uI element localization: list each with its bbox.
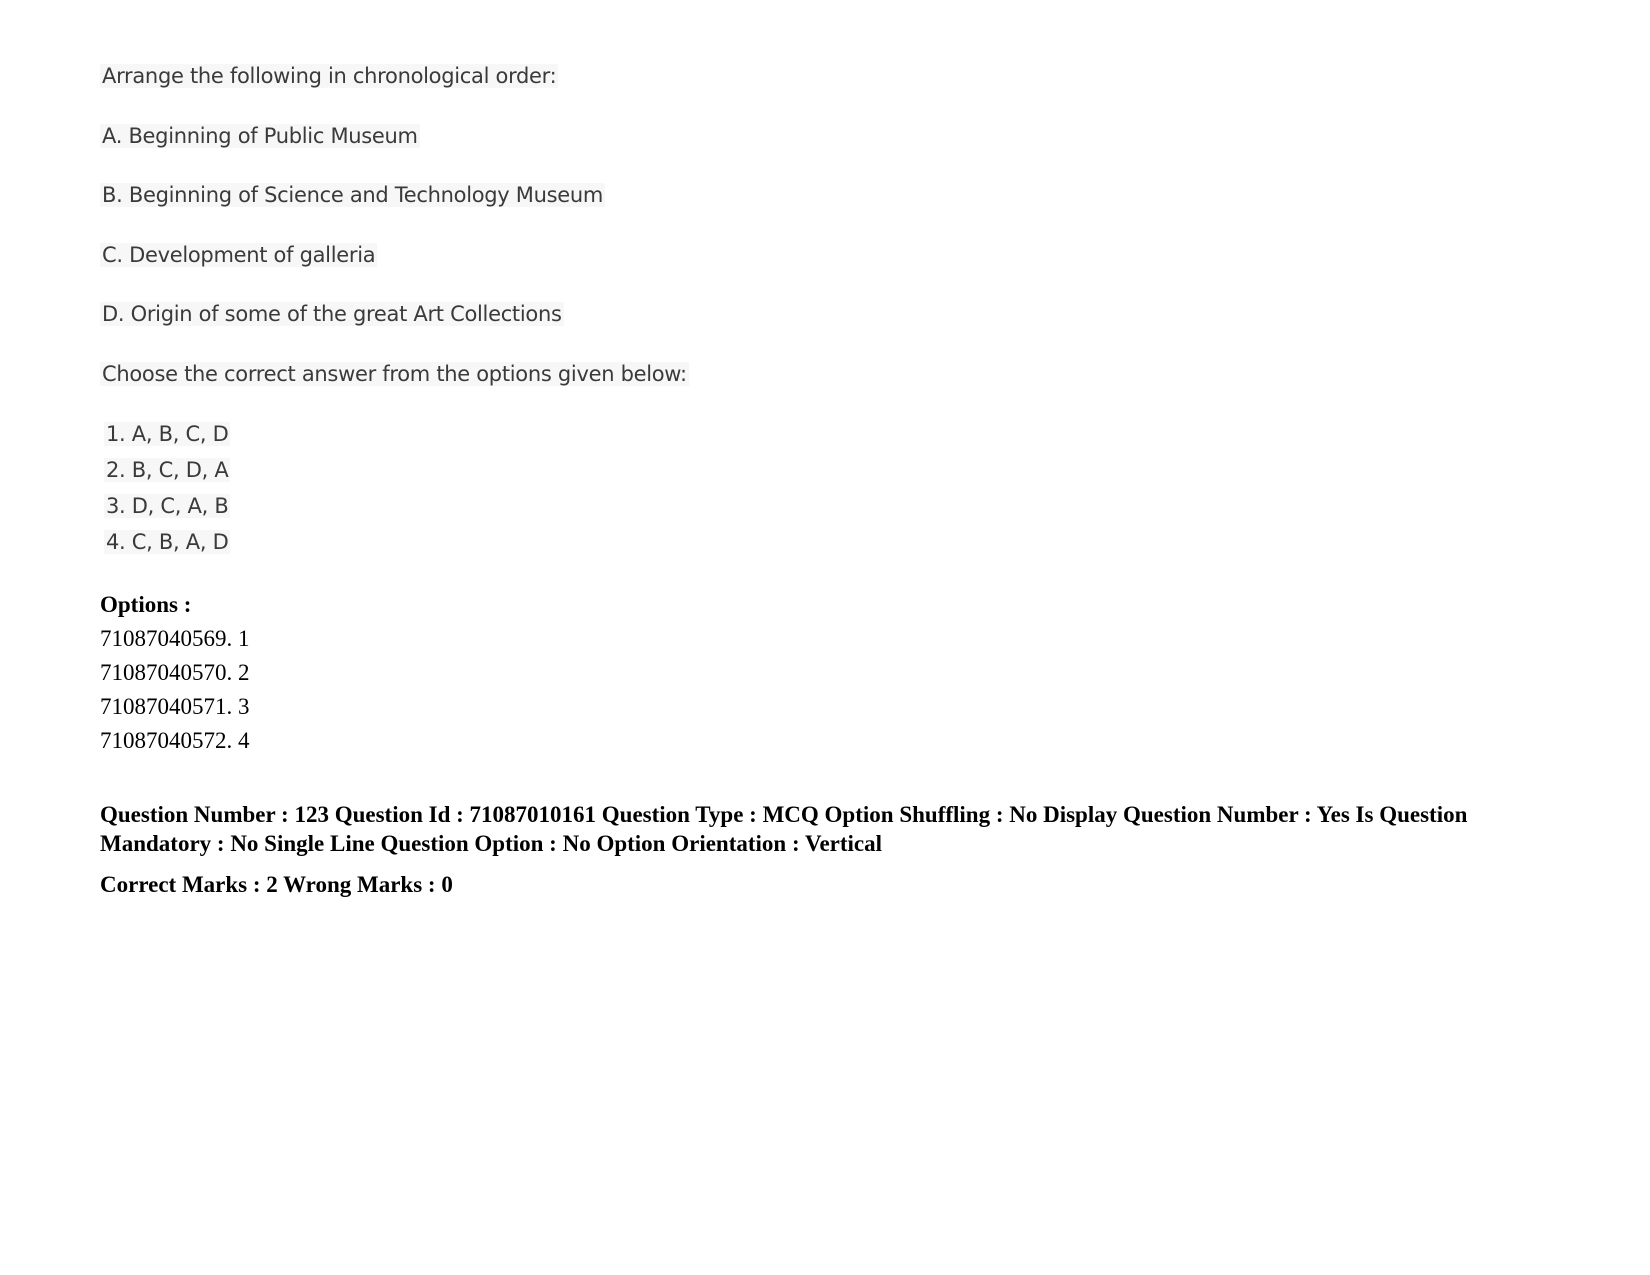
- option-item: 71087040571. 3: [100, 694, 250, 719]
- option-item: 71087040570. 2: [100, 660, 250, 685]
- choice-1: 1. A, B, C, D: [104, 422, 231, 446]
- question-marks: Correct Marks : 2 Wrong Marks : 0: [100, 872, 453, 897]
- question-instruction: Choose the correct answer from the optio…: [100, 362, 689, 386]
- statement-c: C. Development of galleria: [100, 243, 378, 267]
- option-item: 71087040572. 4: [100, 728, 250, 753]
- question-metadata: Question Number : 123 Question Id : 7108…: [100, 802, 1468, 856]
- statement-d: D. Origin of some of the great Art Colle…: [100, 302, 564, 326]
- option-item: 71087040569. 1: [100, 626, 250, 651]
- statement-b: B. Beginning of Science and Technology M…: [100, 183, 606, 207]
- options-label: Options :: [100, 592, 192, 617]
- choice-3: 3. D, C, A, B: [104, 494, 231, 518]
- question-prompt: Arrange the following in chronological o…: [100, 64, 559, 88]
- choice-2: 2. B, C, D, A: [104, 458, 231, 482]
- statement-a: A. Beginning of Public Museum: [100, 124, 420, 148]
- choice-4: 4. C, B, A, D: [104, 530, 231, 554]
